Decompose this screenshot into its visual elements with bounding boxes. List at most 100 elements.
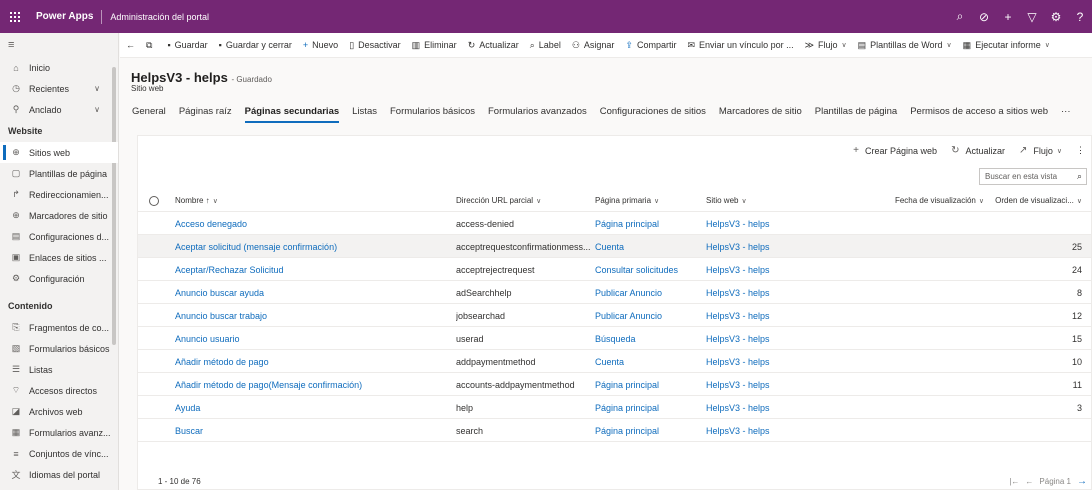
cell-name[interactable]: Añadir método de pago xyxy=(175,350,450,373)
cell-name[interactable]: Añadir método de pago(Mensaje confirmaci… xyxy=(175,373,450,396)
share-button[interactable]: ⇪ Compartir xyxy=(625,40,676,51)
tab-advanced-forms[interactable]: Formularios avanzados xyxy=(488,106,587,122)
cell-name[interactable]: Anuncio usuario xyxy=(175,327,450,350)
cell-site[interactable]: HelpsV3 - helps xyxy=(706,327,844,350)
cell-name[interactable]: Aceptar/Rechazar Solicitud xyxy=(175,258,450,281)
help-icon[interactable]: ? xyxy=(1068,10,1092,24)
sidebar-item-redirects[interactable]: ↱ Redireccionamien... xyxy=(0,184,118,205)
cell-site[interactable]: HelpsV3 - helps xyxy=(706,235,844,258)
cell-parent[interactable]: Búsqueda xyxy=(595,327,705,350)
sidebar-item-page-templates[interactable]: ▢ Plantillas de página xyxy=(0,163,118,184)
sidebar-item-advanced-forms[interactable]: ▦ Formularios avanz... xyxy=(0,422,118,443)
table-row[interactable]: Anuncio buscar ayuda adSearchhelp Public… xyxy=(138,281,1091,304)
sidebar-item-portal-languages[interactable]: 文 Idiomas del portal xyxy=(0,464,118,485)
cell-name[interactable]: Anuncio buscar trabajo xyxy=(175,304,450,327)
grid-flow-button[interactable]: ↗ Flujo ∨ xyxy=(1019,145,1062,156)
save-close-button[interactable]: ▪ Guardar y cerrar xyxy=(219,40,292,50)
column-header-display-order[interactable]: Orden de visualizaci... ∨ xyxy=(978,189,1082,212)
search-icon[interactable]: ⌕ xyxy=(948,9,972,24)
sidebar-item-basic-forms[interactable]: ▧ Formularios básicos xyxy=(0,338,118,359)
tab-root-pages[interactable]: Páginas raíz xyxy=(179,106,232,122)
tab-more[interactable]: ··· xyxy=(1061,106,1071,122)
tab-page-templates[interactable]: Plantillas de página xyxy=(815,106,897,122)
assign-button[interactable]: ⚇ Asignar xyxy=(572,40,615,51)
label-button[interactable]: ⌕ Label xyxy=(530,40,561,51)
cell-site[interactable]: HelpsV3 - helps xyxy=(706,258,844,281)
tab-site-settings[interactable]: Configuraciones de sitios xyxy=(600,106,706,122)
sidebar-item-site-settings[interactable]: ▤ Configuraciones d... xyxy=(0,226,118,247)
cell-name[interactable]: Aceptar solicitud (mensaje confirmación) xyxy=(175,235,450,258)
table-row[interactable]: Acceso denegado access-denied Página pri… xyxy=(138,212,1091,235)
cell-site[interactable]: HelpsV3 - helps xyxy=(706,212,844,235)
sidebar-item-home[interactable]: ⌂ Inicio xyxy=(0,57,118,78)
cell-name[interactable]: Buscar xyxy=(175,419,450,442)
next-page-icon[interactable]: → xyxy=(1077,476,1087,487)
cell-parent[interactable]: Cuenta xyxy=(595,350,705,373)
popout-button[interactable]: ⧉ xyxy=(146,40,156,51)
first-page-icon[interactable]: |← xyxy=(1009,477,1019,486)
table-row[interactable]: Anuncio usuario userad Búsqueda HelpsV3 … xyxy=(138,327,1091,350)
cell-name[interactable]: Ayuda xyxy=(175,396,450,419)
column-header-website[interactable]: Sitio web ∨ xyxy=(706,189,844,212)
more-options-icon[interactable]: ⋮ xyxy=(1076,145,1085,156)
flow-button[interactable]: ≫ Flujo ∨ xyxy=(805,40,847,51)
select-all-radio[interactable] xyxy=(149,189,169,212)
sidebar-item-websites[interactable]: ⊕ Sitios web xyxy=(0,142,118,163)
sidebar-item-configuration[interactable]: ⚙ Configuración xyxy=(0,268,118,289)
cell-parent[interactable]: Cuenta xyxy=(595,235,705,258)
column-header-display-date[interactable]: Fecha de visualización ∨ xyxy=(848,189,984,212)
column-header-url[interactable]: Dirección URL parcial ∨ xyxy=(456,189,594,212)
previous-page-icon[interactable]: ← xyxy=(1025,477,1033,486)
cell-parent[interactable]: Publicar Anuncio xyxy=(595,281,705,304)
task-icon[interactable]: ⊘ xyxy=(972,10,996,24)
cell-site[interactable]: HelpsV3 - helps xyxy=(706,281,844,304)
cell-parent[interactable]: Página principal xyxy=(595,396,705,419)
sidebar-item-recent[interactable]: ◷ Recientes ∨ xyxy=(0,78,118,99)
sidebar-item-web-files[interactable]: ◪ Archivos web xyxy=(0,401,118,422)
app-launcher-icon[interactable] xyxy=(0,0,30,33)
sidebar-item-shortcuts[interactable]: ⌔ Accesos directos xyxy=(0,380,118,401)
save-button[interactable]: ▪ Guardar xyxy=(167,40,207,50)
tab-site-markers[interactable]: Marcadores de sitio xyxy=(719,106,802,122)
sidebar-item-site-markers[interactable]: ⊕ Marcadores de sitio xyxy=(0,205,118,226)
app-name[interactable]: Power Apps xyxy=(30,11,101,22)
cell-site[interactable]: HelpsV3 - helps xyxy=(706,373,844,396)
search-icon[interactable]: ⌕ xyxy=(1077,171,1082,182)
table-row[interactable]: Aceptar solicitud (mensaje confirmación)… xyxy=(138,235,1091,258)
sidebar-item-snippets[interactable]: ⎘ Fragmentos de co... xyxy=(0,317,118,338)
plus-icon[interactable]: + xyxy=(996,10,1020,24)
tab-child-pages[interactable]: Páginas secundarias xyxy=(244,106,339,123)
word-templates-button[interactable]: ▤ Plantillas de Word ∨ xyxy=(858,40,952,51)
sidebar-item-pinned[interactable]: ⚲ Anclado ∨ xyxy=(0,99,118,120)
tab-basic-forms[interactable]: Formularios básicos xyxy=(390,106,475,122)
sidebar-item-link-sets[interactable]: ≡ Conjuntos de vínc... xyxy=(0,443,118,464)
create-page-button[interactable]: + Crear Página web xyxy=(853,145,937,156)
sidebar-item-lists[interactable]: ☰ Listas xyxy=(0,359,118,380)
table-row[interactable]: Anuncio buscar trabajo jobsearchad Publi… xyxy=(138,304,1091,327)
tab-access-permissions[interactable]: Permisos de acceso a sitios web xyxy=(910,106,1048,122)
refresh-button[interactable]: ↻ Actualizar xyxy=(468,40,519,51)
cell-site[interactable]: HelpsV3 - helps xyxy=(706,419,844,442)
cell-parent[interactable]: Página principal xyxy=(595,419,705,442)
gear-icon[interactable]: ⚙ xyxy=(1044,10,1068,24)
cell-site[interactable]: HelpsV3 - helps xyxy=(706,396,844,419)
delete-button[interactable]: ▥ Eliminar xyxy=(412,40,457,51)
column-header-name[interactable]: Nombre ↑ ∨ xyxy=(175,189,450,212)
table-row[interactable]: Añadir método de pago(Mensaje confirmaci… xyxy=(138,373,1091,396)
table-row[interactable]: Añadir método de pago addpaymentmethod C… xyxy=(138,350,1091,373)
back-button[interactable]: ← xyxy=(126,40,135,50)
cell-site[interactable]: HelpsV3 - helps xyxy=(706,304,844,327)
run-report-button[interactable]: ▦ Ejecutar informe ∨ xyxy=(963,40,1050,51)
grid-refresh-button[interactable]: ↻ Actualizar xyxy=(951,145,1005,156)
cell-parent[interactable]: Página principal xyxy=(595,373,705,396)
table-row[interactable]: Buscar search Página principal HelpsV3 -… xyxy=(138,419,1091,442)
cell-name[interactable]: Acceso denegado xyxy=(175,212,450,235)
table-row[interactable]: Ayuda help Página principal HelpsV3 - he… xyxy=(138,396,1091,419)
cell-parent[interactable]: Página principal xyxy=(595,212,705,235)
sidebar-item-site-links[interactable]: ▣ Enlaces de sitios ... xyxy=(0,247,118,268)
hamburger-icon[interactable]: ≡ xyxy=(0,33,118,57)
new-button[interactable]: + Nuevo xyxy=(303,40,338,50)
column-header-parent-page[interactable]: Página primaria ∨ xyxy=(595,189,705,212)
table-row[interactable]: Aceptar/Rechazar Solicitud acceptrejectr… xyxy=(138,258,1091,281)
email-link-button[interactable]: ✉ Enviar un vínculo por ... xyxy=(687,40,793,51)
